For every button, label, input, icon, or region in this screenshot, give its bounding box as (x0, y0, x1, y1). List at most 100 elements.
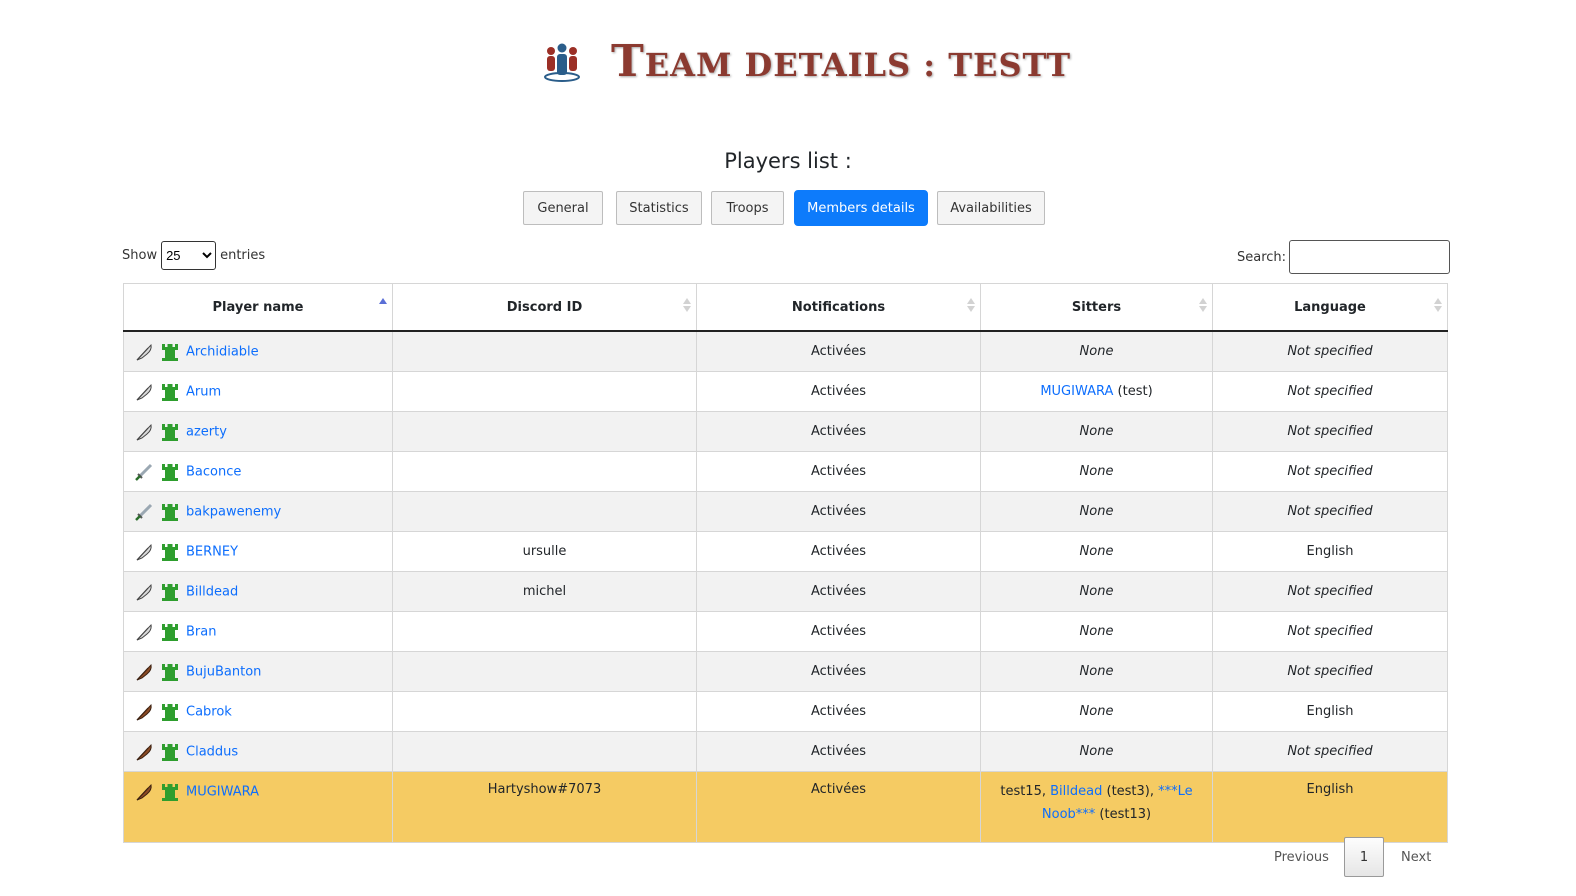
player-name-cell: Arum (123, 371, 393, 412)
discord-id-cell (392, 651, 697, 692)
sitters-cell: None (980, 571, 1213, 612)
sort-icon (683, 298, 691, 314)
castle-icon (160, 742, 180, 762)
discord-id-cell (392, 330, 697, 372)
table-row: BERNEY ursulle Activées None English (123, 531, 1448, 572)
tab-statistics[interactable]: Statistics (616, 191, 702, 225)
header-player-name[interactable]: Player name (123, 283, 393, 332)
castle-icon (160, 702, 180, 722)
tab-troops[interactable]: Troops (711, 191, 784, 225)
player-link[interactable]: Baconce (186, 464, 241, 479)
castle-icon (160, 782, 180, 802)
entries-length-control: Show 25 entries (122, 241, 265, 270)
entries-select[interactable]: 25 (161, 241, 217, 270)
sitter-link[interactable]: Billdead (1050, 784, 1102, 799)
player-link[interactable]: azerty (186, 424, 227, 439)
page-header: TEAM DETAILS : TESTT (0, 34, 1576, 94)
player-name-cell: Archidiable (123, 330, 393, 372)
player-name-cell: Cabrok (123, 691, 393, 732)
table-row: Claddus Activées None Not specified (123, 731, 1448, 772)
language-cell: Not specified (1212, 371, 1448, 412)
player-link[interactable]: bakpawenemy (186, 504, 281, 519)
player-link[interactable]: BERNEY (186, 544, 238, 559)
table-row: Bran Activées None Not specified (123, 611, 1448, 652)
player-name-cell: Bran (123, 611, 393, 652)
discord-id-cell (392, 451, 697, 492)
table-row: BujuBanton Activées None Not specified (123, 651, 1448, 692)
language-cell: Not specified (1212, 411, 1448, 452)
tab-members-details[interactable]: Members details (794, 190, 928, 226)
player-link[interactable]: Arum (186, 384, 221, 399)
header-sitters[interactable]: Sitters (980, 283, 1213, 332)
players-table: Player name Discord ID Notifications Sit… (123, 283, 1448, 843)
players-list-heading: Players list : (724, 149, 852, 173)
sort-icon (967, 298, 975, 314)
language-cell: Not specified (1212, 651, 1448, 692)
next-button[interactable]: Next (1401, 850, 1431, 865)
sort-icon (1434, 298, 1442, 314)
language-cell: Not specified (1212, 451, 1448, 492)
player-name-cell: bakpawenemy (123, 491, 393, 532)
header-language[interactable]: Language (1212, 283, 1448, 332)
player-link[interactable]: Claddus (186, 744, 238, 759)
sitters-cell: None (980, 691, 1213, 732)
tab-availabilities[interactable]: Availabilities (937, 191, 1045, 225)
table-header-row: Player name Discord ID Notifications Sit… (123, 283, 1448, 332)
notifications-cell: Activées (696, 651, 981, 692)
discord-id-cell: ursulle (392, 531, 697, 572)
notifications-cell: Activées (696, 491, 981, 532)
player-link[interactable]: Bran (186, 624, 216, 639)
notifications-cell: Activées (696, 451, 981, 492)
castle-icon (160, 622, 180, 642)
table-row: azerty Activées None Not specified (123, 411, 1448, 452)
player-link[interactable]: MUGIWARA (186, 785, 259, 800)
discord-id-cell (392, 731, 697, 772)
castle-icon (160, 342, 180, 362)
feather-icon (134, 702, 154, 722)
sword-icon (134, 462, 154, 482)
language-cell: Not specified (1212, 571, 1448, 612)
language-cell: Not specified (1212, 330, 1448, 372)
player-link[interactable]: Archidiable (186, 344, 259, 359)
player-name-cell: Claddus (123, 731, 393, 772)
player-link[interactable]: BujuBanton (186, 664, 261, 679)
castle-icon (160, 582, 180, 602)
feather-icon (134, 342, 154, 362)
discord-id-cell (392, 371, 697, 412)
player-link[interactable]: Billdead (186, 584, 238, 599)
feather-icon (134, 742, 154, 762)
castle-icon (160, 382, 180, 402)
sitters-cell: None (980, 611, 1213, 652)
notifications-cell: Activées (696, 571, 981, 612)
header-discord-id[interactable]: Discord ID (392, 283, 697, 332)
player-name-cell: Billdead (123, 571, 393, 612)
feather-icon (134, 782, 154, 802)
sitters-cell: None (980, 451, 1213, 492)
entries-label: entries (220, 248, 266, 263)
table-row-highlighted: MUGIWARA Hartyshow#7073 Activées test15,… (123, 771, 1448, 843)
tab-general[interactable]: General (523, 191, 603, 225)
sitters-cell: test15, Billdead (test3), ***Le Noob*** … (980, 771, 1213, 843)
page-1-button[interactable]: 1 (1344, 837, 1384, 877)
feather-icon (134, 422, 154, 442)
language-cell: English (1212, 771, 1448, 843)
player-name-cell: BERNEY (123, 531, 393, 572)
sitter-link[interactable]: MUGIWARA (1040, 384, 1113, 399)
discord-id-cell: Hartyshow#7073 (392, 771, 697, 843)
castle-icon (160, 422, 180, 442)
feather-icon (134, 662, 154, 682)
notifications-cell: Activées (696, 330, 981, 372)
language-cell: Not specified (1212, 491, 1448, 532)
tab-bar: General Statistics Troops Members detail… (0, 190, 1576, 228)
language-cell: English (1212, 531, 1448, 572)
previous-button[interactable]: Previous (1274, 850, 1329, 865)
search-input[interactable] (1289, 240, 1451, 274)
castle-icon (160, 462, 180, 482)
header-notifications[interactable]: Notifications (696, 283, 981, 332)
discord-id-cell (392, 491, 697, 532)
sword-icon (134, 502, 154, 522)
sitters-cell: None (980, 531, 1213, 572)
language-cell: English (1212, 691, 1448, 732)
sitters-cell: None (980, 491, 1213, 532)
player-link[interactable]: Cabrok (186, 704, 232, 719)
